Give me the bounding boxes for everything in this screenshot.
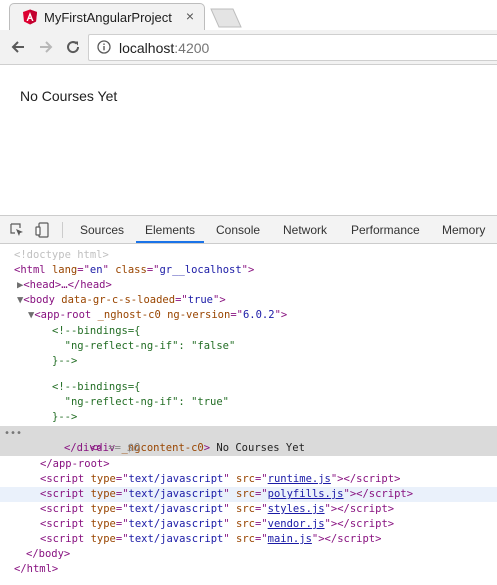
script-src-link[interactable]: runtime.js xyxy=(268,473,331,485)
angular-logo-icon xyxy=(23,9,37,25)
url-text: localhost:4200 xyxy=(119,40,209,56)
dom-comment-1-line-1[interactable]: <!--bindings={ xyxy=(0,324,497,339)
dom-node-app-root[interactable]: ▼<app-root _nghost-c0 ng-version="6.0.2"… xyxy=(0,308,497,323)
dom-comment-2-line-2[interactable]: "ng-reflect-ng-if": "true" xyxy=(0,395,497,410)
expand-triangle-icon[interactable]: ▶ xyxy=(0,279,23,291)
device-toolbar-icon[interactable] xyxy=(35,222,51,238)
courses-message: No Courses Yet xyxy=(20,88,118,104)
dom-node-head[interactable]: ▶<head>…</head> xyxy=(0,278,497,293)
dom-comment-1-line-2[interactable]: "ng-reflect-ng-if": "false" xyxy=(0,339,497,354)
html-attr-lang-value: en xyxy=(89,264,103,276)
devtools-tab-bar: Sources Elements Console Network Perform… xyxy=(0,216,497,244)
info-icon[interactable] xyxy=(97,40,111,54)
collapse-triangle-icon[interactable]: ▼ xyxy=(0,294,23,306)
more-options-icon[interactable]: ••• xyxy=(4,426,22,441)
html-attr-lang: lang xyxy=(51,264,78,276)
tab-performance[interactable]: Performance xyxy=(351,216,420,243)
dom-node-doctype[interactable]: <!doctype html> xyxy=(0,248,497,263)
address-bar[interactable]: localhost:4200 xyxy=(88,34,497,61)
body-attr: data-gr-c-s-loaded xyxy=(61,294,176,306)
doctype-text: <!doctype html> xyxy=(14,249,109,261)
dom-node-script[interactable]: <script type="text/javascript" src="vend… xyxy=(0,517,497,532)
tab-network[interactable]: Network xyxy=(283,216,327,243)
script-src-link[interactable]: styles.js xyxy=(268,503,325,515)
dom-comment-2-line-1[interactable]: <!--bindings={ xyxy=(0,380,497,395)
tab-sources[interactable]: Sources xyxy=(80,216,124,243)
dom-node-script[interactable]: <script type="text/javascript" src="styl… xyxy=(0,502,497,517)
dom-node-script[interactable]: <script type="text/javascript" src="poly… xyxy=(0,487,497,502)
browser-tab-strip: MyFirstAngularProject × xyxy=(0,0,497,30)
html-attr-class: class xyxy=(115,264,147,276)
div-close-tag: </div> xyxy=(64,442,102,454)
dom-node-div-selected[interactable]: ••• <div _ngcontent-c0> No Courses Yet </… xyxy=(0,426,497,456)
close-tab-icon[interactable]: × xyxy=(186,8,194,24)
tab-title: MyFirstAngularProject xyxy=(44,10,172,25)
dom-node-app-root-close[interactable]: </app-root> xyxy=(0,457,497,472)
html-attr-class-value: gr__localhost xyxy=(159,264,242,276)
tab-elements[interactable]: Elements xyxy=(136,216,205,243)
app-root-version-value: 6.0.2 xyxy=(242,309,275,321)
html-close-tag: </html> xyxy=(14,563,59,575)
devtools-panel: Sources Elements Console Network Perform… xyxy=(0,215,497,585)
url-port: :4200 xyxy=(174,40,210,56)
html-tag-name: html xyxy=(20,264,46,276)
dom-node-script[interactable]: <script type="text/javascript" src="runt… xyxy=(0,472,497,487)
reload-icon[interactable] xyxy=(64,38,82,56)
app-root-close-tag: </app-root> xyxy=(40,458,110,470)
body-attr-value: true xyxy=(187,294,214,306)
dom-node-html-close[interactable]: </html> xyxy=(0,562,497,577)
tab-memory[interactable]: Memory xyxy=(442,216,485,243)
div-text: No Courses Yet xyxy=(216,442,305,454)
script-src-link[interactable]: main.js xyxy=(268,533,312,545)
selected-ref: == $0 xyxy=(108,442,140,454)
inspect-element-icon[interactable] xyxy=(9,222,25,238)
dom-node-script[interactable]: <script type="text/javascript" src="main… xyxy=(0,532,497,547)
browser-tab[interactable]: MyFirstAngularProject × xyxy=(9,3,205,30)
dom-comment-2-line-3[interactable]: }--> xyxy=(0,410,497,425)
app-root-attr: _nghost-c0 xyxy=(97,309,161,321)
dom-node-html[interactable]: <html lang="en" class="gr__localhost"> xyxy=(0,263,497,278)
app-root-attr-version: ng-version xyxy=(167,309,231,321)
dom-comment-1-line-3[interactable]: }--> xyxy=(0,354,497,369)
body-close-tag: </body> xyxy=(26,548,71,560)
browser-toolbar: localhost:4200 xyxy=(0,30,497,65)
forward-arrow-icon[interactable] xyxy=(37,38,55,56)
dom-node-body[interactable]: ▼<body data-gr-c-s-loaded="true"> xyxy=(0,293,497,308)
back-arrow-icon[interactable] xyxy=(9,38,27,56)
url-host: localhost xyxy=(119,40,175,56)
script-src-link[interactable]: polyfills.js xyxy=(268,488,344,500)
page-viewport: No Courses Yet xyxy=(0,65,497,215)
new-tab-button[interactable] xyxy=(209,8,243,28)
dom-node-body-close[interactable]: </body> xyxy=(0,547,497,562)
toolbar-divider xyxy=(62,222,63,238)
collapse-triangle-icon[interactable]: ▼ xyxy=(0,309,34,321)
tab-console[interactable]: Console xyxy=(216,216,260,243)
script-src-link[interactable]: vendor.js xyxy=(268,518,325,530)
head-text: <head>…</head> xyxy=(23,279,112,291)
